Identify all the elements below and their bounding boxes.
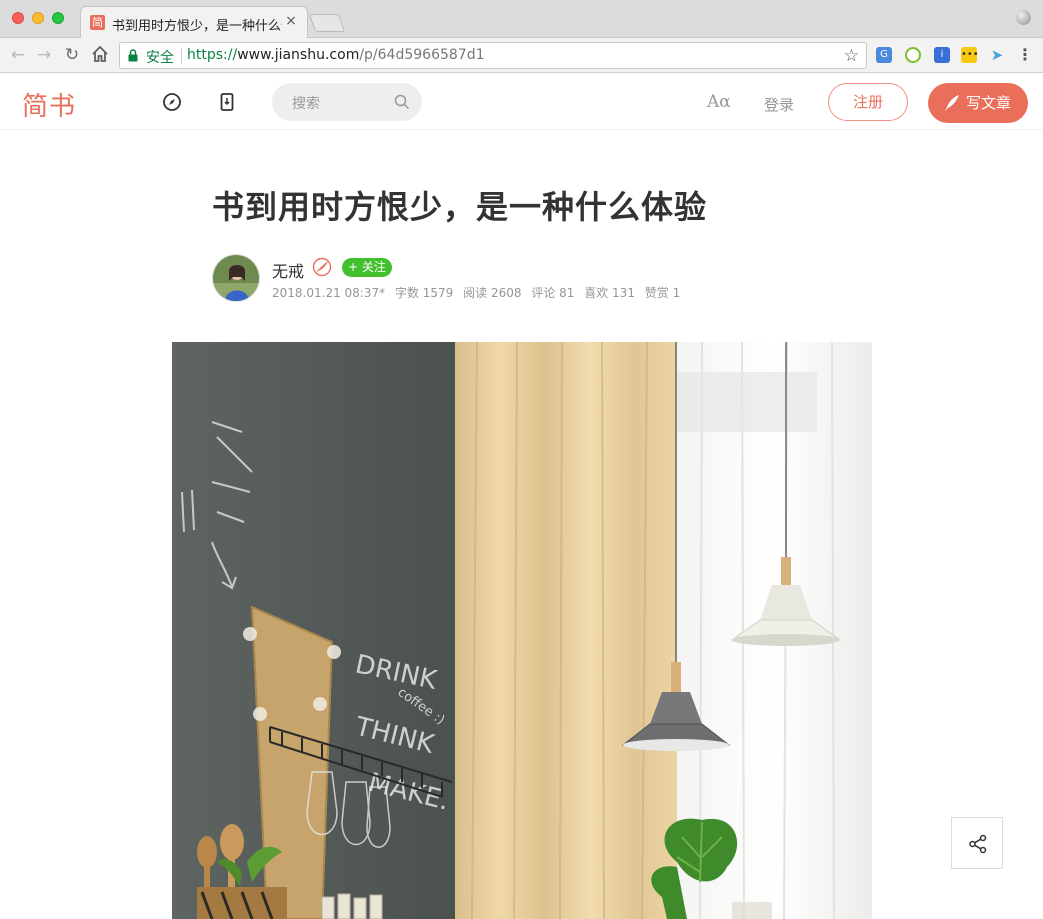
url-host: www.jianshu.com <box>237 47 360 63</box>
omnibox-divider <box>181 48 182 64</box>
address-bar[interactable]: 安全 https://www.jianshu.com/p/64d5966587d… <box>119 42 867 69</box>
home-icon[interactable] <box>90 45 110 65</box>
author-name[interactable]: 无戒 <box>272 258 304 282</box>
article-meta: 2018.01.21 08:37* 字数 1579 阅读 2608 评论 81 … <box>272 284 686 301</box>
compass-icon[interactable] <box>162 92 182 112</box>
article-title: 书到用时方恨少，是一种什么体验 <box>212 188 708 226</box>
follow-button[interactable]: + 关注 <box>342 258 392 277</box>
tab-title: 书到用时方恨少，是一种什么体 <box>112 19 282 34</box>
favicon-icon: 简 <box>90 15 105 30</box>
back-icon[interactable]: ← <box>8 45 28 65</box>
menu-icon[interactable]: ⋮ <box>1017 46 1033 66</box>
hero-image: DRINK coffee :) THINK MAKE. <box>172 342 872 919</box>
publish-date: 2018.01.21 08:37* <box>272 286 386 300</box>
comment-count: 评论 81 <box>531 286 575 300</box>
blue-extension-icon[interactable]: i <box>934 47 950 63</box>
search-placeholder: 搜索 <box>292 96 320 112</box>
browser-tab-bar: 简 书到用时方恨少，是一种什么体 × <box>0 0 1043 39</box>
share-button[interactable] <box>951 817 1003 869</box>
reload-icon[interactable]: ↻ <box>62 45 82 65</box>
write-article-label: 写文章 <box>966 94 1012 112</box>
bookmark-star-icon[interactable]: ☆ <box>844 46 859 66</box>
site-logo[interactable]: 简书 <box>22 86 76 123</box>
word-count: 字数 1579 <box>394 286 454 300</box>
browser-tab-active[interactable]: 简 书到用时方恨少，是一种什么体 × <box>80 6 308 39</box>
green-extension-icon[interactable] <box>905 47 921 63</box>
translate-extension-icon[interactable]: G <box>876 47 892 63</box>
url-scheme: https:// <box>187 47 238 63</box>
register-button[interactable]: 注册 <box>828 83 908 121</box>
pen-icon <box>945 95 959 111</box>
forward-icon[interactable]: → <box>34 45 54 65</box>
write-article-button[interactable]: 写文章 <box>928 83 1028 123</box>
lock-icon <box>128 49 138 62</box>
author-avatar[interactable] <box>212 254 260 302</box>
font-settings-button[interactable]: Aα <box>707 92 731 112</box>
mobile-app-icon[interactable] <box>217 92 237 112</box>
arrow-extension-icon[interactable]: ➤ <box>989 47 1005 63</box>
new-tab-button[interactable] <box>308 14 346 32</box>
url-text[interactable]: https://www.jianshu.com/p/64d5966587d1 <box>187 47 485 63</box>
url-path: /p/64d5966587d1 <box>359 47 485 63</box>
login-link[interactable]: 登录 <box>764 94 794 115</box>
window-minimize-button[interactable] <box>32 12 44 24</box>
search-input[interactable]: 搜索 <box>272 83 422 121</box>
author-badge-icon <box>312 257 332 277</box>
like-count: 喜欢 131 <box>584 286 635 300</box>
browser-toolbar: ← → ↻ 安全 https://www.jianshu.com/p/64d59… <box>0 38 1043 73</box>
read-count: 阅读 2608 <box>463 286 522 300</box>
yellow-extension-icon[interactable]: ••• <box>961 47 979 63</box>
reward-count: 赞赏 1 <box>644 286 681 300</box>
search-icon[interactable] <box>394 94 410 110</box>
share-icon <box>969 834 987 854</box>
profile-icon[interactable] <box>1016 10 1031 25</box>
tab-close-icon[interactable]: × <box>283 13 299 29</box>
window-close-button[interactable] <box>12 12 24 24</box>
window-zoom-button[interactable] <box>52 12 64 24</box>
secure-label: 安全 <box>146 50 174 66</box>
site-header: 简书 搜索 Aα 登录 注册 写文章 <box>0 74 1043 130</box>
